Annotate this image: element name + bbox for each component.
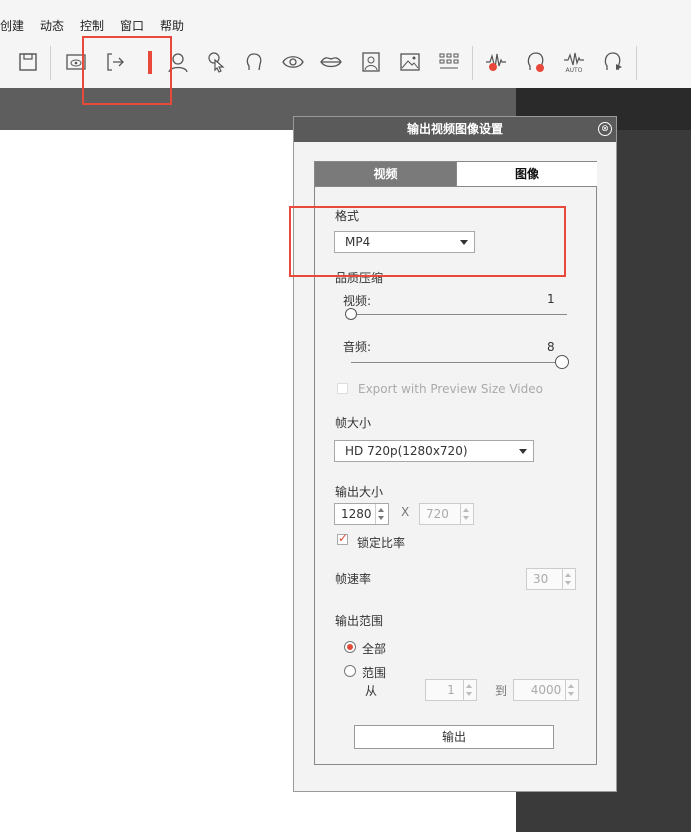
video-quality-slider[interactable] (351, 314, 567, 315)
arrow-down-icon (463, 516, 469, 520)
face-play-icon[interactable] (601, 50, 625, 74)
arrow-up-icon (568, 684, 574, 688)
tab-image[interactable]: 图像 (456, 162, 597, 186)
menu-help[interactable]: 帮助 (160, 17, 184, 34)
lock-ratio-label: 锁定比率 (357, 536, 406, 550)
menu-bar: 创建 动态 控制 窗口 帮助 (0, 8, 691, 38)
range-from-input[interactable]: 1 (425, 679, 477, 701)
face-record-icon[interactable] (524, 50, 548, 74)
stepper-arrows[interactable] (375, 504, 388, 524)
preview-size-checkbox[interactable] (337, 383, 348, 394)
image-icon[interactable] (398, 50, 422, 74)
lock-ratio-checkbox[interactable] (337, 531, 348, 545)
audio-record-icon[interactable] (484, 50, 508, 74)
arrow-up-icon (466, 684, 472, 688)
range-to-input[interactable]: 4000 (513, 679, 579, 701)
range-all-label: 全部 (362, 642, 387, 656)
audio-quality-label: 音频: (343, 340, 372, 354)
toolbar-separator (636, 46, 637, 80)
highlight-box-format (289, 206, 566, 277)
arrow-down-icon (466, 692, 472, 696)
export-button[interactable]: 输出 (354, 725, 554, 749)
arrow-down-icon (378, 516, 384, 520)
frame-rate-label: 帧速率 (335, 572, 372, 586)
range-to-value: 4000 (530, 683, 562, 697)
pointer-icon[interactable] (204, 50, 228, 74)
head-icon[interactable] (242, 50, 266, 74)
output-width-value: 1280 (341, 507, 372, 521)
range-all-radio[interactable] (344, 641, 356, 653)
video-quality-label: 视频: (343, 294, 372, 308)
lips-icon[interactable] (319, 50, 343, 74)
tab-video[interactable]: 视频 (315, 162, 456, 186)
chevron-down-icon (519, 449, 527, 454)
toolbar-separator (50, 46, 51, 80)
arrow-up-icon (565, 573, 571, 577)
output-width-input[interactable]: 1280 (334, 503, 389, 525)
save-icon[interactable] (16, 50, 40, 74)
tab-bar: 视频 图像 (314, 161, 597, 187)
auto-wave-icon[interactable]: AUTO (562, 50, 586, 74)
video-quality-knob[interactable] (345, 308, 357, 320)
range-to-label: 到 (495, 684, 508, 698)
auto-label: AUTO (566, 67, 583, 74)
output-height-input[interactable]: 720 (419, 503, 474, 525)
audio-quality-value: 8 (547, 340, 555, 354)
arrow-down-icon (568, 692, 574, 696)
arrow-up-icon (463, 508, 469, 512)
menu-control[interactable]: 控制 (80, 17, 104, 34)
video-quality-value: 1 (547, 292, 555, 306)
frame-size-label: 帧大小 (335, 416, 372, 430)
range-from-label: 从 (365, 684, 378, 698)
arrow-up-icon (378, 508, 384, 512)
menu-animation[interactable]: 动态 (40, 17, 64, 34)
audio-quality-knob[interactable] (555, 355, 569, 369)
stepper-arrows[interactable] (463, 680, 476, 700)
range-custom-label: 范围 (362, 666, 387, 680)
frame-rate-value: 30 (533, 572, 549, 586)
stepper-arrows[interactable] (562, 569, 575, 589)
title-strip (0, 0, 691, 8)
range-from-value: 1 (447, 683, 455, 697)
toolbar-separator (472, 46, 473, 80)
output-size-label: 输出大小 (335, 485, 384, 499)
range-custom-radio[interactable] (344, 665, 356, 677)
frame-size-select[interactable]: HD 720p(1280x720) (334, 440, 534, 462)
eye-icon[interactable] (281, 50, 305, 74)
grid-icon[interactable] (437, 50, 461, 74)
audio-quality-slider[interactable] (351, 362, 567, 363)
stepper-arrows[interactable] (565, 680, 578, 700)
highlight-box-toolbar (82, 36, 172, 105)
menu-create[interactable]: 创建 (0, 17, 24, 34)
stepper-arrows[interactable] (460, 504, 473, 524)
frame-rate-input[interactable]: 30 (526, 568, 576, 590)
size-separator: X (401, 505, 410, 519)
dialog-title: 输出视频图像设置 (294, 117, 616, 142)
menu-window[interactable]: 窗口 (120, 17, 144, 34)
range-label: 输出范围 (335, 614, 384, 628)
close-icon[interactable]: ⊗ (598, 122, 612, 136)
arrow-down-icon (565, 581, 571, 585)
output-height-value: 720 (426, 507, 449, 521)
preview-size-label: Export with Preview Size Video (358, 382, 543, 396)
portrait-icon[interactable] (359, 50, 383, 74)
frame-size-value: HD 720p(1280x720) (345, 444, 468, 458)
